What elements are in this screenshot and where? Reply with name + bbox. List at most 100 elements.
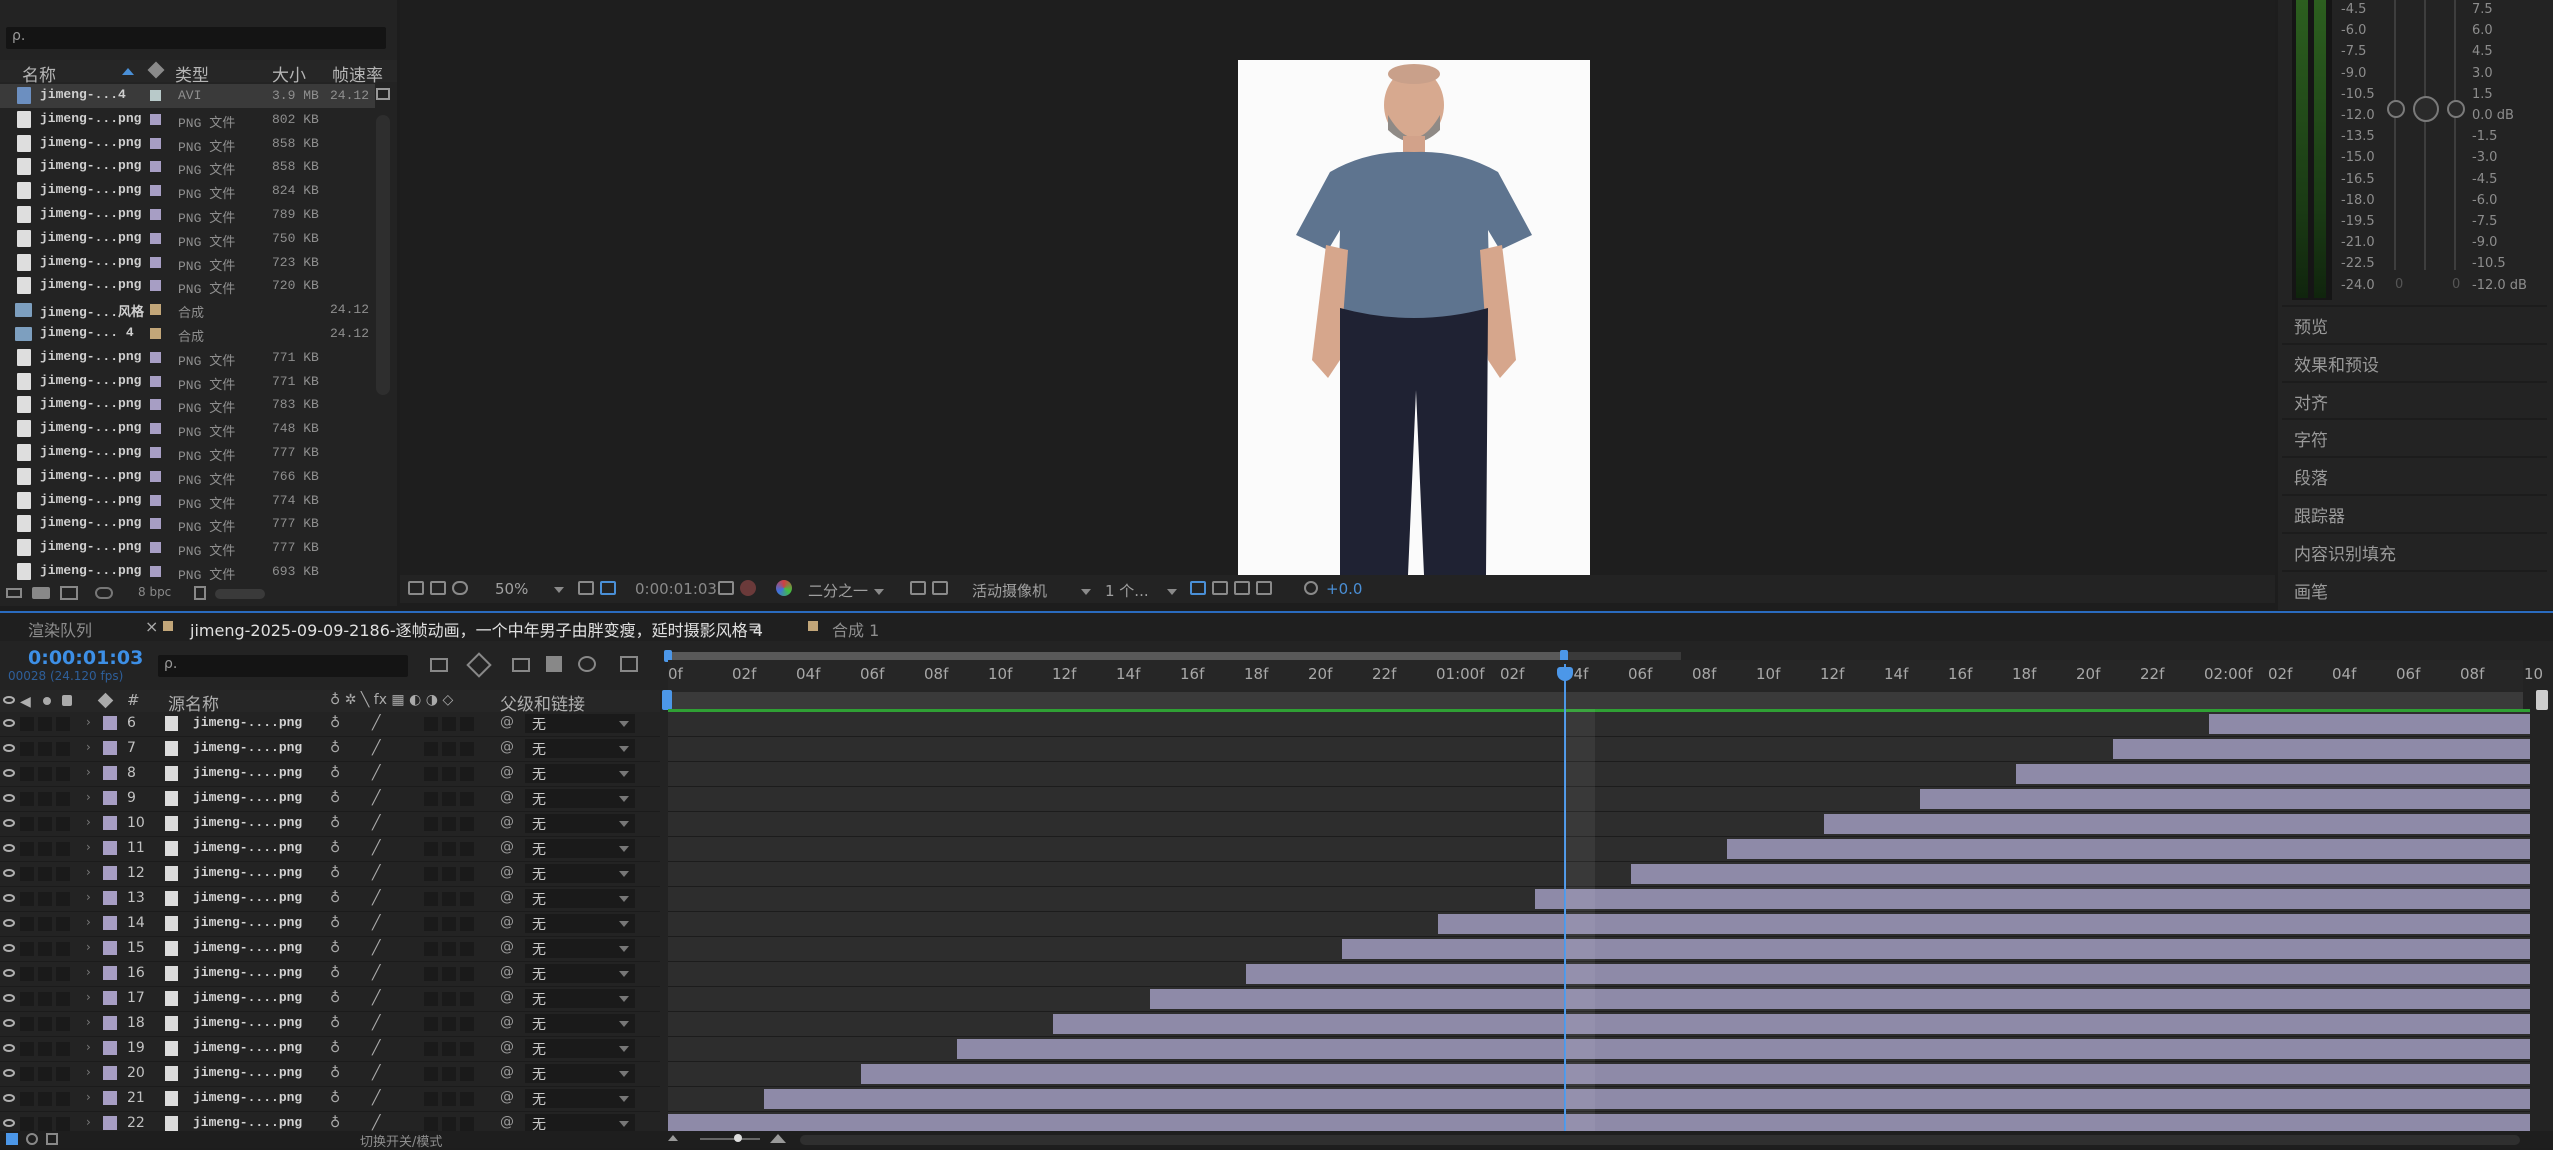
expand-arrow-icon[interactable]: ›	[86, 890, 91, 904]
label-color[interactable]	[150, 566, 161, 577]
layer-duration-bar[interactable]	[1631, 864, 2530, 884]
shy-switch-icon[interactable]: ♁	[330, 990, 340, 1006]
expand-arrow-icon[interactable]: ›	[86, 990, 91, 1004]
shy-switch-icon[interactable]: ♁	[330, 765, 340, 781]
fader-knob-left[interactable]	[2387, 100, 2405, 118]
project-search-input[interactable]: ρ.	[6, 27, 386, 49]
label-color[interactable]	[150, 256, 161, 268]
pickwhip-icon[interactable]: @	[500, 814, 514, 830]
project-item[interactable]: jimeng-...4 AVI 3.9 MB 24.12	[0, 84, 375, 108]
layer-row[interactable]: › 19 jimeng-....png ♁ ╱ @ 无	[0, 1037, 660, 1062]
solo-toggle[interactable]	[38, 942, 52, 956]
eye-icon[interactable]	[3, 1019, 15, 1027]
eye-icon[interactable]	[3, 1094, 15, 1102]
layer-name[interactable]: jimeng-....png	[193, 790, 302, 805]
layer-label-color[interactable]	[103, 1116, 117, 1130]
parent-select[interactable]: 无	[525, 889, 635, 908]
expand-arrow-icon[interactable]: ›	[86, 715, 91, 729]
audio-toggle[interactable]	[20, 1092, 34, 1106]
solo-toggle[interactable]	[38, 1092, 52, 1106]
column-size[interactable]: 大小	[272, 61, 306, 86]
viewer-timecode[interactable]: 0:00:01:03	[635, 580, 717, 598]
layer-duration-bar[interactable]	[2016, 764, 2530, 784]
quality-switch-icon[interactable]: ╱	[372, 990, 380, 1006]
panel-menu-icon[interactable]: ≡	[748, 617, 761, 636]
project-item[interactable]: jimeng-...png PNG 文件 748 KB	[0, 417, 375, 441]
3d-view-icon[interactable]	[1256, 581, 1272, 595]
shy-switch-icon[interactable]: ♁	[330, 890, 340, 906]
shy-switch-icon[interactable]: ♁	[330, 715, 340, 731]
layer-label-color[interactable]	[103, 1041, 117, 1055]
audio-toggle[interactable]	[20, 717, 34, 731]
layer-duration-bar[interactable]	[1727, 839, 2530, 859]
quality-switch-icon[interactable]: ╱	[372, 715, 380, 731]
tab-comp-other[interactable]: 合成 1	[832, 617, 879, 641]
layer-name[interactable]: jimeng-....png	[193, 765, 302, 780]
project-item[interactable]: jimeng-...png PNG 文件 771 KB	[0, 370, 375, 394]
layer-name[interactable]: jimeng-....png	[193, 740, 302, 755]
render-time-icon[interactable]	[26, 1133, 38, 1145]
eye-icon[interactable]	[3, 994, 15, 1002]
layer-label-color[interactable]	[103, 1091, 117, 1105]
project-scrollbar[interactable]	[376, 115, 390, 395]
layer-row[interactable]: › 18 jimeng-....png ♁ ╱ @ 无	[0, 1012, 660, 1037]
layer-switch-boxes[interactable]	[424, 867, 478, 885]
parent-select[interactable]: 无	[525, 864, 635, 883]
timeline-timecode[interactable]: 0:00:01:03	[28, 647, 143, 669]
eye-icon[interactable]	[3, 869, 15, 877]
layer-row[interactable]: › 17 jimeng-....png ♁ ╱ @ 无	[0, 987, 660, 1012]
layer-switch-boxes[interactable]	[424, 967, 478, 985]
layer-switch-boxes[interactable]	[424, 817, 478, 835]
layer-row[interactable]: › 9 jimeng-....png ♁ ╱ @ 无	[0, 787, 660, 812]
quality-switch-icon[interactable]: ╱	[372, 790, 380, 806]
layer-name[interactable]: jimeng-....png	[193, 715, 302, 730]
safe-margins-icon[interactable]	[578, 581, 594, 595]
lock-toggle[interactable]	[56, 1042, 70, 1056]
layer-name[interactable]: jimeng-....png	[193, 990, 302, 1005]
solo-toggle[interactable]	[38, 967, 52, 981]
eye-icon[interactable]	[3, 894, 15, 902]
tab-render-queue[interactable]: 渲染队列	[28, 617, 92, 641]
quality-switch-icon[interactable]: ╱	[372, 740, 380, 756]
expand-arrow-icon[interactable]: ›	[86, 815, 91, 829]
layer-switch-boxes[interactable]	[424, 1042, 478, 1060]
layer-label-color[interactable]	[103, 991, 117, 1005]
project-item[interactable]: jimeng-...png PNG 文件 777 KB	[0, 536, 375, 560]
toggle-switches-modes[interactable]: 切换开关/模式	[360, 1131, 442, 1150]
channel-icon[interactable]	[776, 580, 792, 596]
expand-arrow-icon[interactable]: ›	[86, 965, 91, 979]
work-area-bar[interactable]	[668, 652, 1563, 660]
lock-toggle[interactable]	[56, 742, 70, 756]
label-color[interactable]	[150, 494, 161, 506]
shy-layers-icon[interactable]	[512, 658, 530, 672]
parent-select[interactable]: 无	[525, 839, 635, 858]
project-item[interactable]: jimeng-... 4 合成 24.12	[0, 322, 375, 346]
layer-row[interactable]: › 6 jimeng-....png ♁ ╱ @ 无	[0, 712, 660, 737]
lock-toggle[interactable]	[56, 917, 70, 931]
expand-arrow-icon[interactable]: ›	[86, 940, 91, 954]
project-item[interactable]: jimeng-...png PNG 文件 720 KB	[0, 274, 375, 298]
layer-row[interactable]: › 8 jimeng-....png ♁ ╱ @ 无	[0, 762, 660, 787]
layer-duration-bar[interactable]	[2112, 739, 2530, 759]
solo-toggle[interactable]	[38, 867, 52, 881]
column-type[interactable]: 类型	[175, 61, 209, 86]
pickwhip-icon[interactable]: @	[500, 964, 514, 980]
layer-switch-boxes[interactable]	[424, 992, 478, 1010]
layer-duration-bar[interactable]	[1149, 989, 2530, 1009]
column-name[interactable]: 名称	[22, 61, 56, 86]
shy-switch-icon[interactable]: ♁	[330, 840, 340, 856]
layer-duration-bar[interactable]	[860, 1064, 2530, 1084]
layer-row[interactable]: › 20 jimeng-....png ♁ ╱ @ 无	[0, 1062, 660, 1087]
bpc-label[interactable]: 8 bpc	[138, 585, 171, 599]
eye-icon[interactable]	[3, 744, 15, 752]
eye-icon[interactable]	[3, 794, 15, 802]
layer-row[interactable]: › 21 jimeng-....png ♁ ╱ @ 无	[0, 1087, 660, 1112]
pickwhip-icon[interactable]: @	[500, 939, 514, 955]
layer-name[interactable]: jimeng-....png	[193, 915, 302, 930]
label-color[interactable]	[150, 304, 161, 316]
lock-toggle[interactable]	[56, 867, 70, 881]
flowchart-icon[interactable]	[376, 88, 390, 100]
timeline-search-input[interactable]: ρ.	[158, 655, 408, 677]
layer-switch-boxes[interactable]	[424, 1092, 478, 1110]
pickwhip-icon[interactable]: @	[500, 889, 514, 905]
